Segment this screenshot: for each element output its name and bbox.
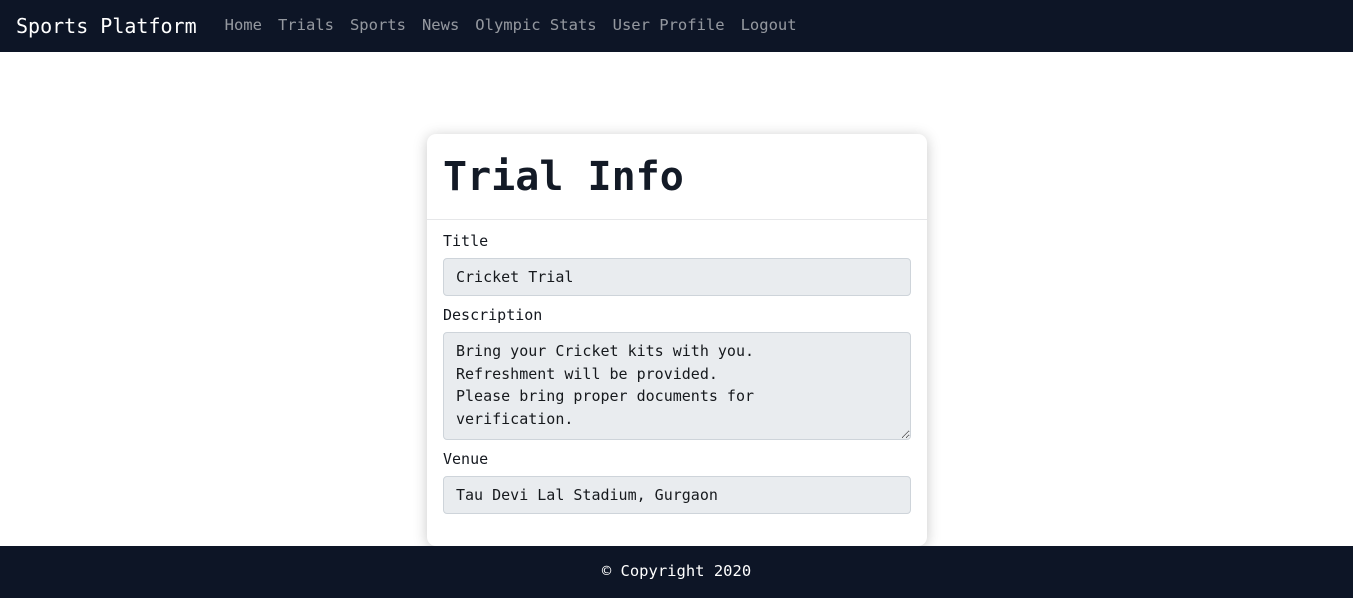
- nav-link-user-profile[interactable]: User Profile: [605, 18, 733, 34]
- description-textarea[interactable]: Bring your Cricket kits with you. Refres…: [443, 332, 911, 441]
- description-label: Description: [443, 306, 543, 325]
- nav-link-sports[interactable]: Sports: [342, 18, 414, 34]
- title-label: Title: [443, 232, 489, 251]
- page-footer: © Copyright 2020: [0, 546, 1353, 598]
- top-navbar: Sports Platform Home Trials Sports News …: [0, 0, 1353, 52]
- venue-label: Venue: [443, 450, 489, 469]
- nav-link-logout[interactable]: Logout: [733, 18, 805, 34]
- card-body: Title Description Bring your Cricket kit…: [427, 220, 927, 546]
- title-input[interactable]: [443, 258, 911, 297]
- card-header: Trial Info: [427, 134, 927, 221]
- page-title: Trial Info: [443, 154, 684, 200]
- navbar-brand[interactable]: Sports Platform: [16, 16, 197, 36]
- copyright-text: © Copyright 2020: [601, 562, 752, 581]
- trial-info-card: Trial Info Title Description Bring your …: [427, 134, 927, 547]
- nav-link-trials[interactable]: Trials: [270, 18, 342, 34]
- field-group-venue: Venue: [443, 450, 911, 515]
- venue-input[interactable]: [443, 476, 911, 515]
- navbar-links: Home Trials Sports News Olympic Stats Us…: [217, 18, 805, 34]
- field-group-description: Description Bring your Cricket kits with…: [443, 306, 911, 441]
- nav-link-home[interactable]: Home: [217, 18, 270, 34]
- nav-link-olympic-stats[interactable]: Olympic Stats: [467, 18, 604, 34]
- field-group-title: Title: [443, 232, 911, 297]
- page-content: Trial Info Title Description Bring your …: [0, 52, 1353, 598]
- nav-link-news[interactable]: News: [414, 18, 467, 34]
